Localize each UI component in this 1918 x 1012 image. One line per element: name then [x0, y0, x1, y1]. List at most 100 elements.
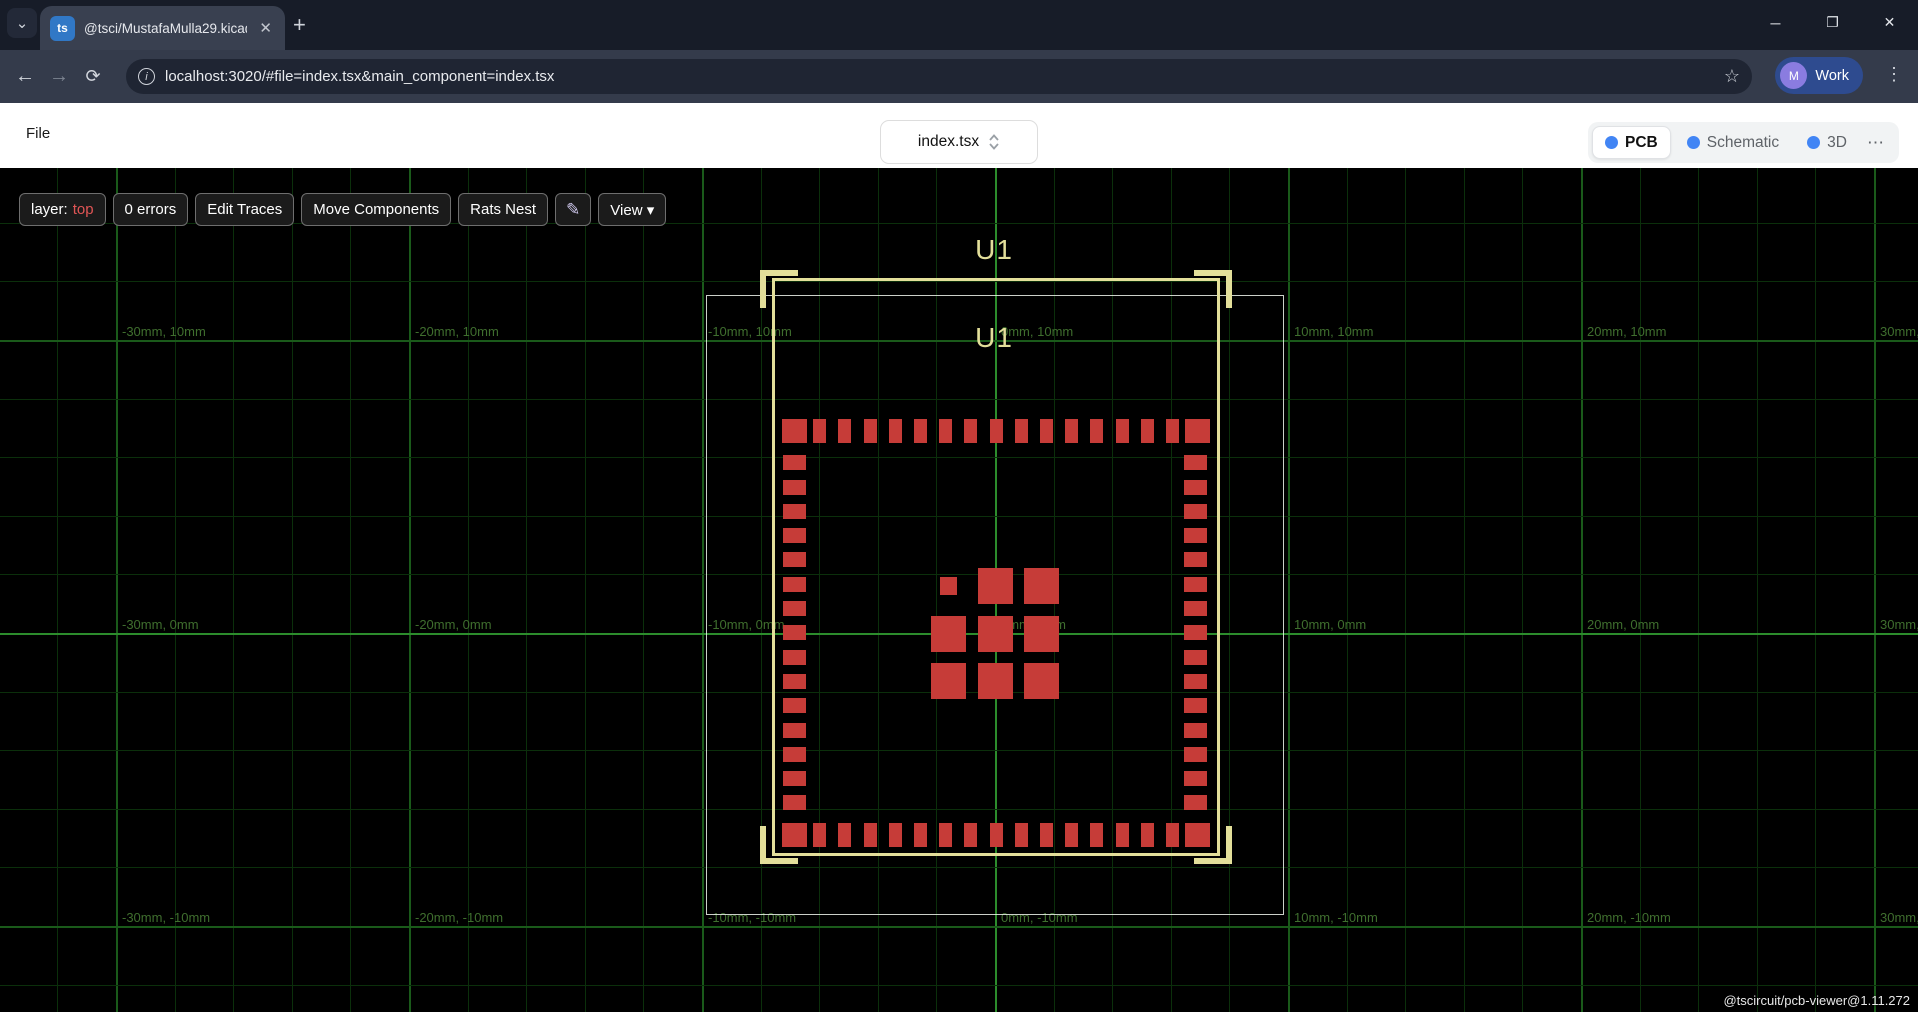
layer-button[interactable]: layer: top	[19, 193, 106, 226]
smd-pad[interactable]	[783, 795, 806, 810]
smd-pad[interactable]	[889, 823, 902, 847]
smd-pad[interactable]	[782, 823, 807, 847]
smd-pad[interactable]	[1184, 625, 1207, 640]
smd-pad[interactable]	[964, 419, 977, 443]
smd-pad[interactable]	[1184, 504, 1207, 519]
pencil-icon[interactable]: ✎	[555, 193, 591, 226]
smd-pad[interactable]	[1184, 455, 1207, 470]
smd-pad[interactable]	[783, 601, 806, 616]
smd-pad[interactable]	[1116, 823, 1129, 847]
smd-pad[interactable]	[838, 823, 851, 847]
smd-pad[interactable]	[783, 625, 806, 640]
smd-pad[interactable]	[783, 674, 806, 689]
smd-pad[interactable]	[1184, 650, 1207, 665]
smd-pad[interactable]	[1024, 663, 1059, 699]
file-menu[interactable]: File	[26, 125, 50, 142]
smd-pad[interactable]	[783, 747, 806, 762]
smd-pad[interactable]	[1184, 747, 1207, 762]
smd-pad[interactable]	[782, 419, 807, 443]
smd-pad[interactable]	[1184, 577, 1207, 592]
address-bar[interactable]: i localhost:3020/#file=index.tsx&main_co…	[126, 59, 1752, 94]
profile-chip[interactable]: M Work	[1775, 57, 1863, 94]
tab-3d[interactable]: 3D	[1795, 126, 1859, 159]
smd-pad[interactable]	[783, 528, 806, 543]
smd-pad[interactable]	[939, 419, 952, 443]
smd-pad[interactable]	[783, 504, 806, 519]
smd-pad[interactable]	[1024, 616, 1059, 652]
tab-schematic[interactable]: Schematic	[1675, 126, 1791, 159]
forward-button[interactable]: →	[42, 65, 76, 88]
smd-pad[interactable]	[813, 419, 826, 443]
tab-close-icon[interactable]: ✕	[256, 19, 275, 37]
smd-pad[interactable]	[931, 616, 966, 652]
smd-pad[interactable]	[783, 723, 806, 738]
smd-pad[interactable]	[978, 616, 1013, 652]
smd-pad[interactable]	[783, 698, 806, 713]
smd-pad[interactable]	[1185, 823, 1210, 847]
smd-pad[interactable]	[1040, 823, 1053, 847]
smd-pad[interactable]	[1090, 419, 1103, 443]
smd-pad[interactable]	[783, 771, 806, 786]
browser-menu-icon[interactable]: ⋮	[1885, 64, 1903, 85]
site-info-icon[interactable]: i	[138, 68, 155, 85]
smd-pad[interactable]	[1015, 823, 1028, 847]
back-button[interactable]: ←	[8, 65, 42, 88]
edit-traces-button[interactable]: Edit Traces	[195, 193, 294, 226]
url-text[interactable]: localhost:3020/#file=index.tsx&main_comp…	[165, 68, 1714, 85]
smd-pad[interactable]	[1166, 823, 1179, 847]
reload-button[interactable]: ⟳	[76, 66, 110, 87]
smd-pad[interactable]	[1185, 419, 1210, 443]
minimize-button[interactable]: ─	[1747, 0, 1804, 45]
smd-pad[interactable]	[964, 823, 977, 847]
smd-pad[interactable]	[1015, 419, 1028, 443]
smd-pad[interactable]	[1141, 823, 1154, 847]
smd-pad[interactable]	[1116, 419, 1129, 443]
file-selector[interactable]: index.tsx	[880, 120, 1038, 164]
smd-pad[interactable]	[939, 823, 952, 847]
smd-pad[interactable]	[1166, 419, 1179, 443]
smd-pad[interactable]	[931, 663, 966, 699]
smd-pad[interactable]	[783, 577, 806, 592]
smd-pad[interactable]	[1065, 823, 1078, 847]
move-components-button[interactable]: Move Components	[301, 193, 451, 226]
smd-pad[interactable]	[1184, 480, 1207, 495]
errors-button[interactable]: 0 errors	[113, 193, 189, 226]
smd-pad[interactable]	[1184, 674, 1207, 689]
view-more-icon[interactable]: ⋯	[1863, 133, 1889, 153]
smd-pad[interactable]	[978, 568, 1013, 604]
smd-pad[interactable]	[990, 419, 1003, 443]
rats-nest-button[interactable]: Rats Nest	[458, 193, 548, 226]
maximize-button[interactable]: ❐	[1804, 0, 1861, 45]
smd-pad[interactable]	[1040, 419, 1053, 443]
pcb-canvas[interactable]: -30mm, 10mm-20mm, 10mm-10mm, 10mm0mm, 10…	[0, 168, 1918, 1012]
view-dropdown-button[interactable]: View ▾	[598, 193, 666, 226]
smd-pad[interactable]	[783, 455, 806, 470]
new-tab-button[interactable]: +	[293, 12, 306, 38]
smd-pad[interactable]	[783, 552, 806, 567]
tab-pcb[interactable]: PCB	[1592, 126, 1671, 159]
smd-pad[interactable]	[978, 663, 1013, 699]
smd-pad[interactable]	[889, 419, 902, 443]
smd-pad[interactable]	[914, 823, 927, 847]
smd-pad[interactable]	[940, 577, 957, 595]
smd-pad[interactable]	[1065, 419, 1078, 443]
smd-pad[interactable]	[990, 823, 1003, 847]
smd-pad[interactable]	[914, 419, 927, 443]
smd-pad[interactable]	[783, 480, 806, 495]
close-button[interactable]: ✕	[1861, 0, 1918, 45]
smd-pad[interactable]	[1184, 698, 1207, 713]
smd-pad[interactable]	[838, 419, 851, 443]
browser-tab[interactable]: ts @tsci/MustafaMulla29.kicad-lib ✕	[40, 6, 285, 50]
smd-pad[interactable]	[1184, 552, 1207, 567]
smd-pad[interactable]	[1024, 568, 1059, 604]
smd-pad[interactable]	[1141, 419, 1154, 443]
smd-pad[interactable]	[864, 419, 877, 443]
smd-pad[interactable]	[864, 823, 877, 847]
smd-pad[interactable]	[1090, 823, 1103, 847]
smd-pad[interactable]	[1184, 771, 1207, 786]
smd-pad[interactable]	[783, 650, 806, 665]
smd-pad[interactable]	[1184, 723, 1207, 738]
smd-pad[interactable]	[1184, 601, 1207, 616]
smd-pad[interactable]	[1184, 795, 1207, 810]
bookmark-star-icon[interactable]: ☆	[1724, 66, 1740, 87]
